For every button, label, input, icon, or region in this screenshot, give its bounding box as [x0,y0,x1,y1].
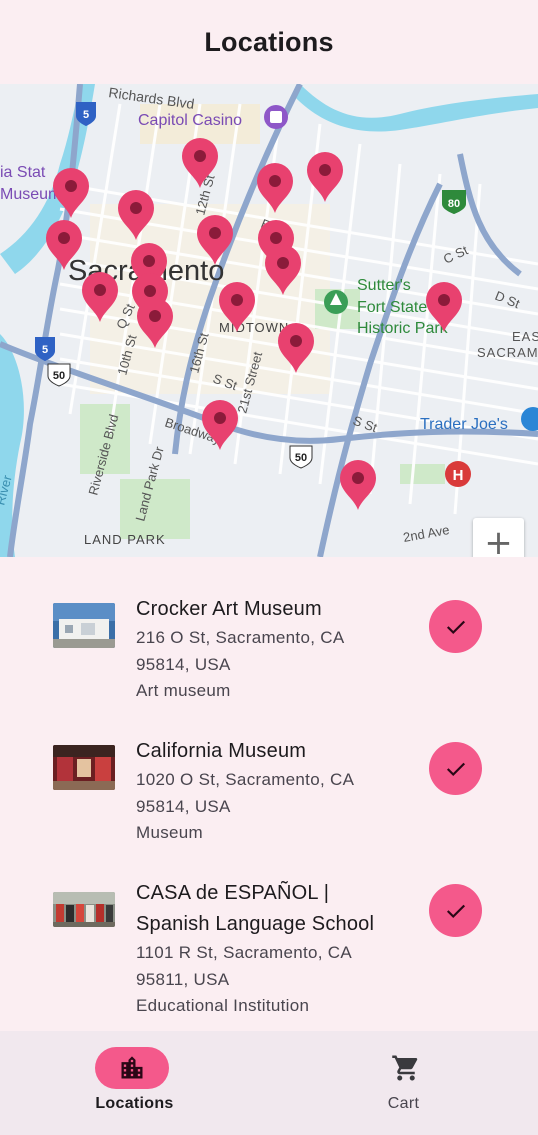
map-marker-dot [143,255,155,267]
active-indicator [95,1047,169,1089]
svg-text:Fort State: Fort State [357,299,427,316]
svg-text:Sutter's: Sutter's [357,277,411,294]
map-marker-dot [277,257,289,269]
visited-check-button[interactable] [429,600,482,653]
locations-list: Crocker Art Museum 216 O St, Sacramento,… [0,557,538,1031]
map-marker-dot [352,472,364,484]
location-name: Crocker Art Museum [136,598,322,620]
map-marker-dot [231,294,243,306]
check-icon [446,904,465,918]
map-marker-dot [438,294,450,306]
location-category: Museum [136,823,203,842]
plus-icon: + [484,523,513,557]
map-marker-dot [130,202,142,214]
svg-text:5: 5 [83,109,89,121]
bottom-navigation-bar: Locations Cart [0,1031,538,1135]
svg-text:H: H [453,467,464,484]
svg-text:Historic Park: Historic Park [357,320,449,337]
map-view[interactable]: 5 5 50 50 80 H Richards Blvd Capitol Cas… [0,84,538,557]
location-address: 1101 R St, Sacramento, CA [136,943,353,962]
svg-text:ia Stat: ia Stat [0,164,46,181]
map-marker-dot [209,227,221,239]
visited-check-button[interactable] [429,742,482,795]
map-marker-dot [290,335,302,347]
svg-text:LAND PARK: LAND PARK [84,532,166,547]
location-name-line1: CASA de ESPAÑOL | [136,882,330,904]
svg-text:Museum: Museum [0,186,61,203]
map-marker-dot [269,175,281,187]
location-category: Educational Institution [136,996,310,1015]
map-marker-dot [58,232,70,244]
svg-text:MIDTOWN: MIDTOWN [219,320,289,335]
map-marker-dot [319,164,331,176]
location-name: California Museum [136,740,307,762]
map-marker-dot [144,285,156,297]
nav-item-locations[interactable]: Locations [0,1031,269,1135]
svg-text:50: 50 [295,452,307,464]
map-marker-dot [214,412,226,424]
nav-label-cart: Cart [387,1095,420,1112]
map-marker-dot [94,284,106,296]
map-marker-dot [65,180,77,192]
zoom-controls: + − [473,518,524,557]
page-title: Locations [204,26,334,57]
location-address-zip: 95811, USA [136,969,230,989]
check-icon [446,762,465,776]
nav-item-cart[interactable]: Cart [269,1031,538,1135]
check-icon [446,620,465,634]
svg-text:Trader Joe's: Trader Joe's [420,416,508,433]
location-address-zip: 95814, USA [136,654,231,674]
nav-label-locations: Locations [95,1095,174,1112]
svg-text:80: 80 [448,198,460,210]
map-marker-dot [270,232,282,244]
location-address-zip: 95814, USA [136,796,231,816]
location-address: 216 O St, Sacramento, CA [136,628,345,647]
top-app-bar: Locations [0,0,538,84]
location-name-line2: Spanish Language School [136,913,375,935]
museum-interior-photo [53,745,115,790]
svg-text:Capitol Casino: Capitol Casino [138,112,242,129]
svg-text:SACRAM: SACRAM [477,345,538,360]
location-category: Art museum [136,681,231,700]
visited-check-button[interactable] [429,884,482,937]
svg-text:5: 5 [42,344,48,356]
shopping-cart-icon [390,1052,422,1084]
map-canvas: 5 5 50 50 80 H Richards Blvd Capitol Cas… [0,84,538,557]
museum-building-photo [53,603,115,648]
svg-text:EAS: EAS [512,329,538,344]
svg-text:50: 50 [53,370,65,382]
location-address: 1020 O St, Sacramento, CA [136,770,355,789]
location-city-icon [121,1056,143,1079]
map-marker-dot [194,150,206,162]
map-marker-dot [149,310,161,322]
zoom-in-button[interactable]: + [473,518,524,557]
group-photo [53,892,115,927]
